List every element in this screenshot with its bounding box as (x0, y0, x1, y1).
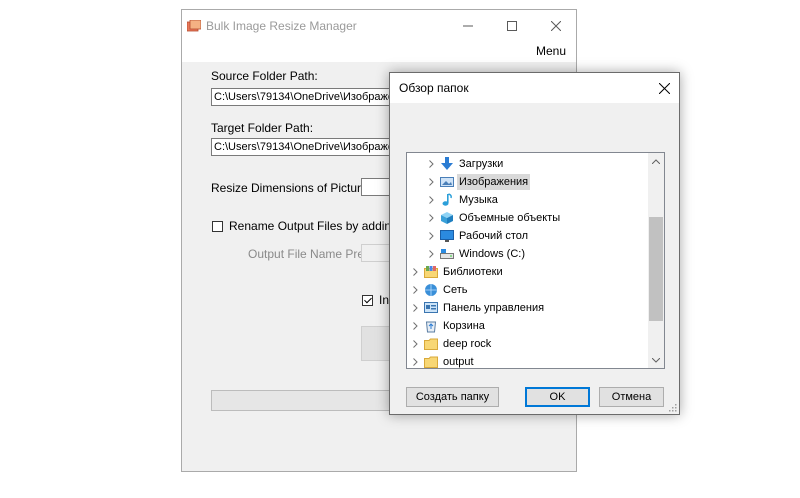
close-icon (551, 21, 561, 31)
rename-checkbox[interactable] (212, 221, 223, 232)
minimize-button[interactable] (446, 10, 490, 42)
dialog-title-bar[interactable]: Обзор папок (390, 73, 679, 103)
tree-item-label: Изображения (457, 174, 531, 190)
maximize-button[interactable] (490, 10, 534, 42)
libraries-icon (424, 265, 438, 279)
tree-item-label: Корзина (443, 320, 485, 332)
expand-chevron-icon[interactable] (426, 191, 436, 209)
tree-item-label: Рабочий стол (459, 230, 529, 242)
window-title: Bulk Image Resize Manager (206, 19, 357, 33)
tree-item-label: Загрузки (459, 158, 504, 170)
close-button[interactable] (534, 10, 578, 42)
tree-item[interactable]: Панель управления (407, 299, 647, 317)
recycle-bin-icon (424, 319, 438, 333)
title-bar[interactable]: Bulk Image Resize Manager (182, 10, 576, 42)
folder-icon (424, 355, 438, 368)
network-icon (424, 283, 438, 297)
scrollbar-thumb[interactable] (649, 217, 663, 321)
music-icon (440, 193, 454, 207)
tree-item[interactable]: Рабочий стол (407, 227, 647, 245)
folder-tree[interactable]: Загрузки Изображения Музыка Объемные объект… (406, 152, 665, 369)
tree-item-label: output (443, 356, 474, 368)
dialog-close-button[interactable] (649, 73, 679, 103)
control-panel-icon (424, 301, 438, 315)
progress-bar (211, 390, 391, 411)
expand-chevron-icon[interactable] (426, 209, 436, 227)
expand-chevron-icon[interactable] (410, 263, 420, 281)
tree-item[interactable]: Музыка (407, 191, 647, 209)
tree-item-label: Музыка (459, 194, 498, 206)
pictures-icon (440, 175, 454, 189)
tree-item[interactable]: Изображения (407, 173, 647, 191)
maximize-icon (507, 21, 517, 31)
tree-item-label: Windows (C:) (459, 248, 526, 260)
chevron-up-icon (652, 158, 660, 164)
browse-folder-dialog: Обзор папок Загрузки Изображения Музыка Объ… (389, 72, 680, 415)
expand-chevron-icon[interactable] (410, 335, 420, 353)
folder-icon (424, 337, 438, 351)
tree-item[interactable]: Библиотеки (407, 263, 647, 281)
tree-item[interactable]: Объемные объекты (407, 209, 647, 227)
expand-chevron-icon[interactable] (410, 317, 420, 335)
tree-item-label: Объемные объекты (459, 212, 561, 224)
menu-bar: Menu (182, 42, 576, 62)
downloads-icon (440, 157, 454, 171)
expand-chevron-icon[interactable] (426, 155, 436, 173)
cancel-button[interactable]: Отмена (599, 387, 664, 407)
tree-item[interactable]: Загрузки (407, 155, 647, 173)
resize-grip-icon[interactable] (667, 402, 677, 412)
tree-item[interactable]: Сеть (407, 281, 647, 299)
desktop-icon (440, 229, 454, 243)
menu-item[interactable]: Menu (536, 44, 566, 58)
chevron-down-icon (652, 357, 660, 363)
prefix-label: Output File Name Prefix: (248, 247, 380, 261)
tree-item[interactable]: output (407, 353, 647, 368)
expand-chevron-icon[interactable] (410, 299, 420, 317)
3d-objects-icon (440, 211, 454, 225)
target-folder-input[interactable]: C:\Users\79134\OneDrive\Изображени (211, 138, 401, 156)
new-folder-button[interactable]: Создать папку (406, 387, 499, 407)
expand-chevron-icon[interactable] (410, 353, 420, 368)
tree-item-label: Панель управления (443, 302, 545, 314)
expand-chevron-icon[interactable] (426, 227, 436, 245)
tree-item-label: deep rock (443, 338, 492, 350)
close-icon (658, 82, 670, 94)
tree-item-label: Сеть (443, 284, 468, 296)
tree-item[interactable]: deep rock (407, 335, 647, 353)
dialog-title: Обзор папок (399, 81, 469, 95)
tree-scrollbar[interactable] (648, 153, 664, 368)
expand-chevron-icon[interactable] (426, 245, 436, 263)
scroll-down-button[interactable] (648, 352, 664, 368)
drive-icon (440, 247, 454, 261)
include-checkbox[interactable] (362, 295, 373, 306)
tree-item[interactable]: Windows (C:) (407, 245, 647, 263)
source-folder-input[interactable]: C:\Users\79134\OneDrive\Изображени (211, 88, 401, 106)
expand-chevron-icon[interactable] (410, 281, 420, 299)
expand-chevron-icon[interactable] (426, 173, 436, 191)
app-icon (187, 20, 201, 32)
scroll-up-button[interactable] (648, 153, 664, 169)
target-folder-label: Target Folder Path: (211, 121, 314, 135)
tree-item-label: Библиотеки (443, 266, 503, 278)
minimize-icon (463, 25, 473, 27)
tree-item[interactable]: Корзина (407, 317, 647, 335)
ok-button[interactable]: OK (525, 387, 590, 407)
source-folder-label: Source Folder Path: (211, 69, 318, 83)
